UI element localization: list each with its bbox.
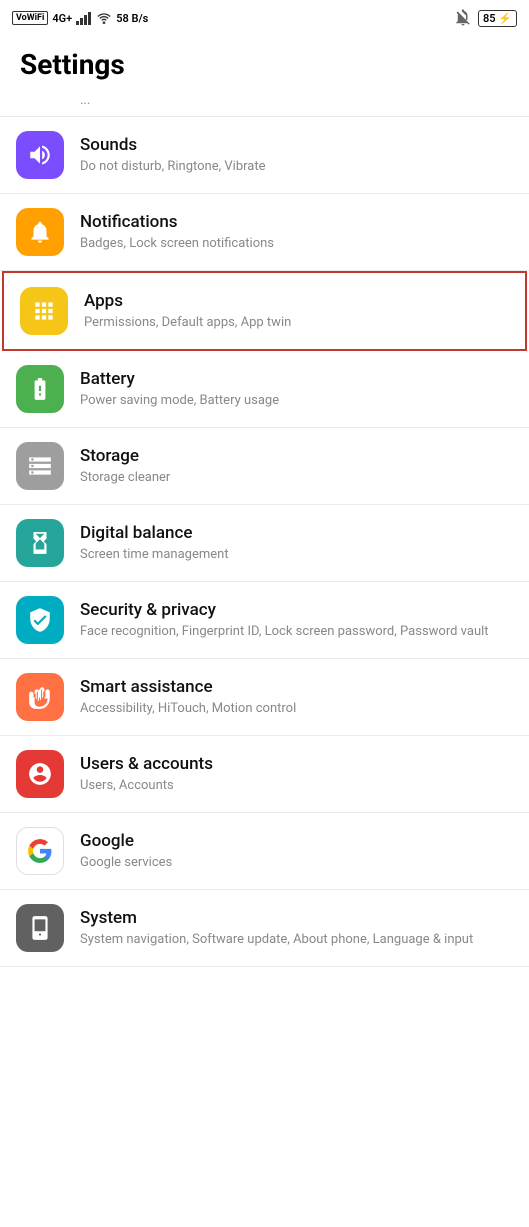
system-text: System System navigation, Software updat… [80, 907, 513, 949]
apps-title: Apps [84, 290, 509, 312]
network-speed: 58 B/s [116, 12, 148, 25]
users-subtitle: Users, Accounts [80, 777, 513, 795]
settings-item-storage[interactable]: Storage Storage cleaner [0, 428, 529, 505]
notifications-subtitle: Badges, Lock screen notifications [80, 235, 513, 253]
smart-assistance-text: Smart assistance Accessibility, HiTouch,… [80, 676, 513, 718]
sounds-title: Sounds [80, 134, 513, 156]
smart-assistance-icon-wrapper [16, 673, 64, 721]
system-title: System [80, 907, 513, 929]
smart-assistance-subtitle: Accessibility, HiTouch, Motion control [80, 700, 513, 718]
users-icon-wrapper [16, 750, 64, 798]
sounds-text: Sounds Do not disturb, Ringtone, Vibrate [80, 134, 513, 176]
bell-icon [27, 219, 53, 245]
digital-balance-title: Digital balance [80, 522, 513, 544]
battery-text: Battery Power saving mode, Battery usage [80, 368, 513, 410]
digital-balance-subtitle: Screen time management [80, 546, 513, 564]
security-icon-wrapper [16, 596, 64, 644]
google-icon [27, 838, 53, 864]
google-text: Google Google services [80, 830, 513, 872]
security-title: Security & privacy [80, 599, 513, 621]
apps-icon-wrapper [20, 287, 68, 335]
apps-icon [31, 298, 57, 324]
battery-indicator: 85 ⚡ [478, 10, 517, 27]
signal-strength: 4G+ [52, 12, 72, 25]
apps-text: Apps Permissions, Default apps, App twin [84, 290, 509, 332]
settings-item-smart-assistance[interactable]: Smart assistance Accessibility, HiTouch,… [0, 659, 529, 736]
status-left: VoWiFi 4G+ 58 B/s [12, 11, 148, 25]
sounds-subtitle: Do not disturb, Ringtone, Vibrate [80, 158, 513, 176]
storage-icon-wrapper [16, 442, 64, 490]
google-title: Google [80, 830, 513, 852]
hourglass-icon [27, 530, 53, 556]
storage-text: Storage Storage cleaner [80, 445, 513, 487]
settings-item-security[interactable]: Security & privacy Face recognition, Fin… [0, 582, 529, 659]
users-title: Users & accounts [80, 753, 513, 775]
hand-icon [27, 684, 53, 710]
battery-icon-wrapper [16, 365, 64, 413]
volume-icon [27, 142, 53, 168]
sounds-icon-wrapper [16, 131, 64, 179]
battery-subtitle: Power saving mode, Battery usage [80, 392, 513, 410]
status-right: 85 ⚡ [454, 9, 517, 27]
notifications-icon-wrapper [16, 208, 64, 256]
storage-icon [27, 453, 53, 479]
battery-icon [27, 376, 53, 402]
storage-title: Storage [80, 445, 513, 467]
settings-item-battery[interactable]: Battery Power saving mode, Battery usage [0, 351, 529, 428]
settings-item-system[interactable]: System System navigation, Software updat… [0, 890, 529, 967]
signal-bars-icon [76, 11, 92, 25]
system-subtitle: System navigation, Software update, Abou… [80, 931, 513, 949]
mute-icon [454, 9, 472, 27]
page-title: Settings [0, 36, 529, 89]
security-text: Security & privacy Face recognition, Fin… [80, 599, 513, 641]
settings-item-notifications[interactable]: Notifications Badges, Lock screen notifi… [0, 194, 529, 271]
settings-item-digital-balance[interactable]: Digital balance Screen time management [0, 505, 529, 582]
settings-item-google[interactable]: Google Google services [0, 813, 529, 890]
apps-subtitle: Permissions, Default apps, App twin [84, 314, 509, 332]
google-icon-wrapper [16, 827, 64, 875]
status-bar: VoWiFi 4G+ 58 B/s 85 ⚡ [0, 0, 529, 36]
users-text: Users & accounts Users, Accounts [80, 753, 513, 795]
security-subtitle: Face recognition, Fingerprint ID, Lock s… [80, 623, 513, 641]
digital-balance-text: Digital balance Screen time management [80, 522, 513, 564]
notifications-title: Notifications [80, 211, 513, 233]
settings-item-sounds[interactable]: Sounds Do not disturb, Ringtone, Vibrate [0, 117, 529, 194]
digital-balance-icon-wrapper [16, 519, 64, 567]
smart-assistance-title: Smart assistance [80, 676, 513, 698]
battery-title: Battery [80, 368, 513, 390]
settings-item-users[interactable]: Users & accounts Users, Accounts [0, 736, 529, 813]
scroll-hint: ... [0, 89, 529, 117]
info-icon [27, 915, 53, 941]
settings-item-apps[interactable]: Apps Permissions, Default apps, App twin [2, 271, 527, 351]
google-subtitle: Google services [80, 854, 513, 872]
system-icon-wrapper [16, 904, 64, 952]
wifi-icon [96, 11, 112, 25]
user-icon [27, 761, 53, 787]
storage-subtitle: Storage cleaner [80, 469, 513, 487]
settings-list: Sounds Do not disturb, Ringtone, Vibrate… [0, 117, 529, 967]
vowifi-indicator: VoWiFi [12, 11, 48, 25]
shield-icon [27, 607, 53, 633]
notifications-text: Notifications Badges, Lock screen notifi… [80, 211, 513, 253]
